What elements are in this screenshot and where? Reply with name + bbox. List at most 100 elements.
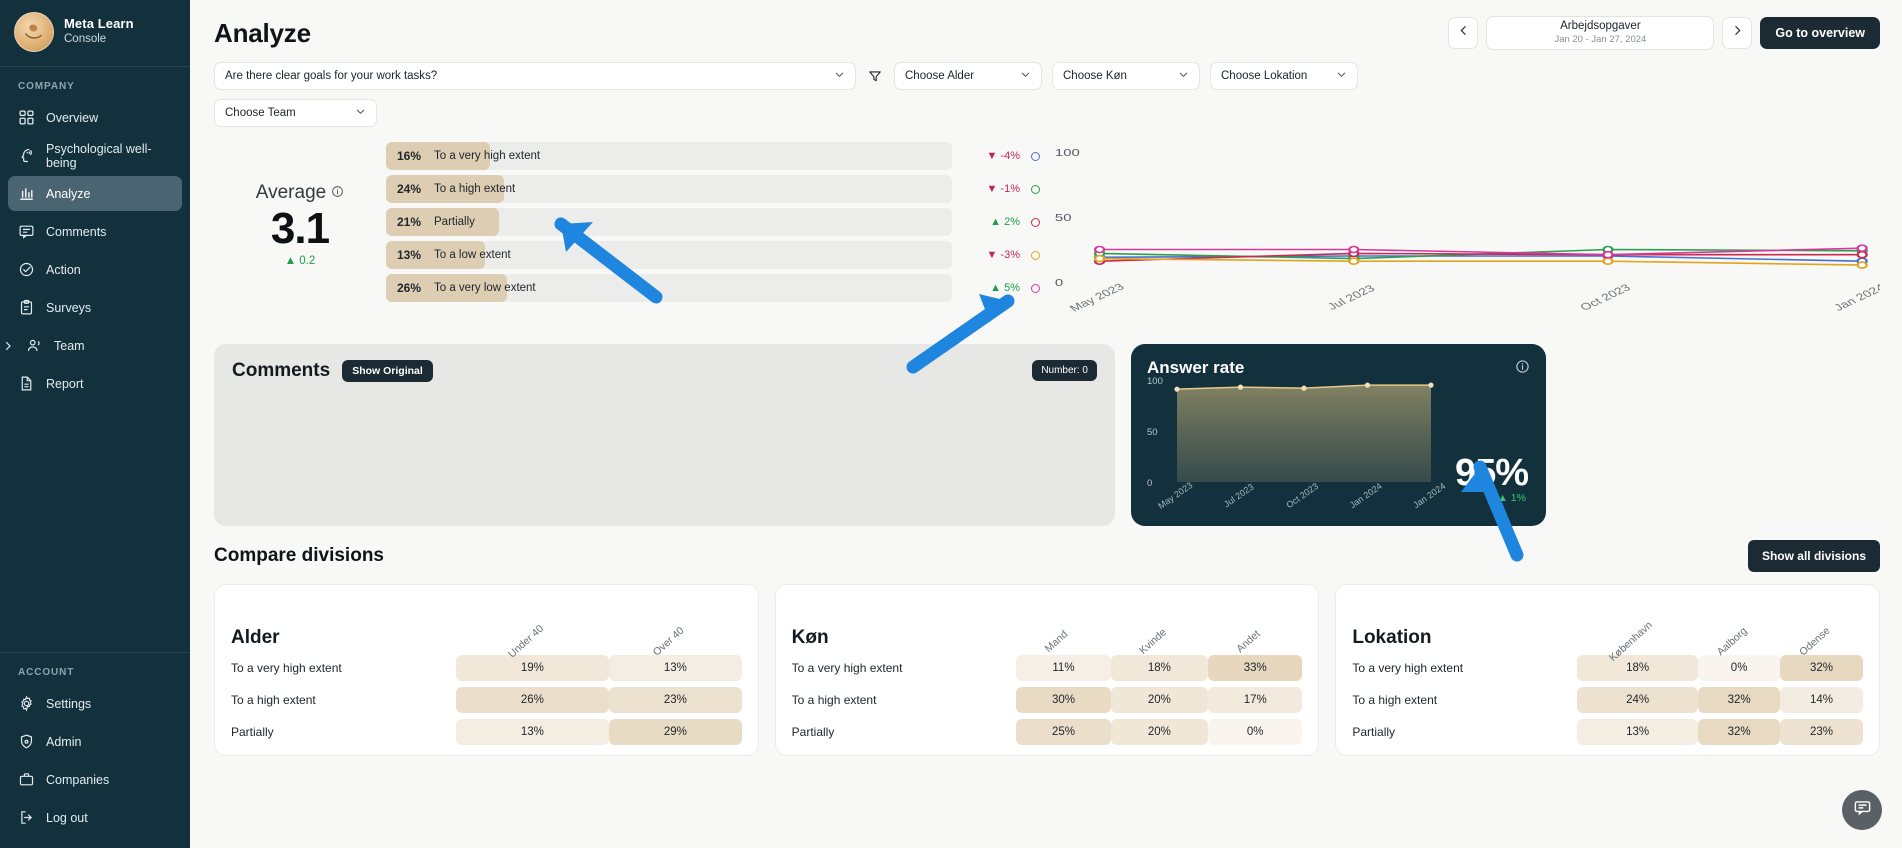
team-select[interactable]: Choose Team [214,99,377,127]
alder-select[interactable]: Choose Alder [894,62,1042,90]
bar-percentage: 21% [397,215,423,229]
comments-header: Comments Show Original [232,360,1097,382]
check-circle-icon [18,261,35,278]
table-cell: 25% [1016,719,1110,745]
legend-row [1024,142,1046,170]
go-to-overview-button[interactable]: Go to overview [1760,17,1880,49]
table-header-row: KønMandKvindeAndet [792,605,1303,649]
answer-rate-ytick: 100 [1147,376,1163,387]
sidebar-item-action[interactable]: Action [8,252,182,287]
line-chart-ytick: 0 [1055,277,1063,288]
answer-rate-value: 95% [1455,454,1528,492]
comments-and-answer-row: Comments Show Original Number: 0 Answer … [190,330,1902,526]
table-column-header: Over 40 [609,605,742,649]
sidebar-item-report[interactable]: Report [8,366,182,401]
table-column-header: Mand [1016,605,1110,649]
bar-delta: ▼ -3% [952,241,1024,269]
bar-percentage: 24% [397,182,423,196]
chevron-left-icon [1457,24,1470,42]
bar-delta: ▲ 2% [952,208,1024,236]
compare-division-table: KønMandKvindeAndetTo a very high extent1… [792,599,1303,751]
compare-division-card: AlderUnder 40Over 40To a very high exten… [214,584,759,756]
date-range-title: Arbejdsopgaver [1560,20,1641,33]
chevron-down-icon [834,69,845,83]
compare-division-card: LokationKøbenhavnAalborgOdense To a very … [1335,584,1880,756]
bar-percentage: 16% [397,149,423,163]
brand-subtitle: Console [64,33,134,46]
nav-section-account-label: ACCOUNT [0,653,190,686]
alder-select-value: Choose Alder [905,70,974,82]
date-range-picker[interactable]: Arbejdsopgaver Jan 20 - Jan 27, 2024 [1486,16,1714,50]
line-chart-xtick: Jan 2024 [1831,282,1880,314]
lokation-select[interactable]: Choose Lokation [1210,62,1358,90]
table-row-label: To a very high extent [1352,655,1577,681]
distribution-bars: 16%To a very high extent24%To a high ext… [386,140,952,307]
average-block: Average 3.1 ▲ 0.2 [214,140,386,267]
bar-delta: ▼ -1% [952,175,1024,203]
main-content: Analyze Arbejdsopgaver Jan 20 - Jan 27, … [190,0,1902,848]
chevron-right-icon [1731,24,1744,42]
chat-fab-button[interactable] [1842,790,1882,830]
line-data-point [1858,245,1867,251]
nav-section-company-label: COMPANY [0,67,190,100]
sidebar-item-companies[interactable]: Companies [8,762,182,797]
sidebar-item-label: Log out [46,811,88,825]
brand-header[interactable]: Meta Learn Console [0,0,190,67]
show-original-button[interactable]: Show Original [342,360,433,382]
sidebar-item-admin[interactable]: Admin [8,724,182,759]
sidebar-item-surveys[interactable]: Surveys [8,290,182,325]
table-header-row: LokationKøbenhavnAalborgOdense [1352,605,1863,649]
show-all-divisions-button[interactable]: Show all divisions [1748,540,1880,572]
line-data-point [1349,247,1358,253]
answer-rate-point [1174,387,1179,392]
line-chart-ytick: 100 [1055,147,1080,158]
info-icon[interactable] [331,182,344,204]
distribution-bar-row: 21%Partially [386,208,952,236]
answer-rate-delta: ▲ 1% [1498,492,1527,504]
kon-select-value: Choose Køn [1063,70,1127,82]
comments-card: Comments Show Original Number: 0 [214,344,1115,526]
briefcase-icon [18,771,35,788]
prev-period-button[interactable] [1448,17,1478,49]
table-row-label: Partially [231,719,456,745]
table-row: Partially13%32%23% [1352,719,1863,745]
table-row-label: To a high extent [1352,687,1577,713]
sidebar-item-settings[interactable]: Settings [8,686,182,721]
sidebar-item-comments[interactable]: Comments [8,214,182,249]
chevron-down-icon [1020,69,1031,83]
answer-rate-ytick: 50 [1147,427,1158,438]
users-icon [26,337,43,354]
table-column-header: Andet [1208,605,1302,649]
table-column-header: Kvinde [1111,605,1209,649]
question-select[interactable]: Are there clear goals for your work task… [214,62,856,90]
sidebar-item-overview[interactable]: Overview [8,100,182,135]
next-period-button[interactable] [1722,17,1752,49]
question-select-value: Are there clear goals for your work task… [225,70,437,82]
date-range-subtitle: Jan 20 - Jan 27, 2024 [1554,35,1646,46]
legend-row [1024,175,1046,203]
table-column-header: Under 40 [456,605,609,649]
sidebar-item-psychological-well-being[interactable]: Psychological well-being [8,138,182,173]
gear-icon [18,695,35,712]
table-row: To a high extent24%32%14% [1352,687,1863,713]
sidebar-item-label: Analyze [46,187,90,201]
filter-row-primary: Are there clear goals for your work task… [214,62,1880,90]
kon-select[interactable]: Choose Køn [1052,62,1200,90]
answer-rate-point [1428,383,1433,388]
table-column-header: Aalborg [1698,605,1780,649]
funnel-icon[interactable] [866,69,884,83]
answer-rate-point [1365,383,1370,388]
sidebar-item-team[interactable]: Team [8,328,182,363]
distribution-deltas: ▼ -4%▼ -1%▲ 2%▼ -3%▲ 5% [952,140,1024,307]
brand-title: Meta Learn [64,17,134,32]
average-delta: ▲ 0.2 [214,255,386,267]
sidebar-item-analyze[interactable]: Analyze [8,176,182,211]
line-data-point [1858,252,1867,258]
distribution-bar-row: 24%To a high extent [386,175,952,203]
compare-division-table: AlderUnder 40Over 40To a very high exten… [231,599,742,751]
line-chart-ytick: 50 [1055,212,1072,223]
sidebar-item-log-out[interactable]: Log out [8,800,182,835]
comments-count-badge: Number: 0 [1032,360,1097,381]
table-row-label: Partially [1352,719,1577,745]
chevron-down-icon [1336,69,1347,83]
